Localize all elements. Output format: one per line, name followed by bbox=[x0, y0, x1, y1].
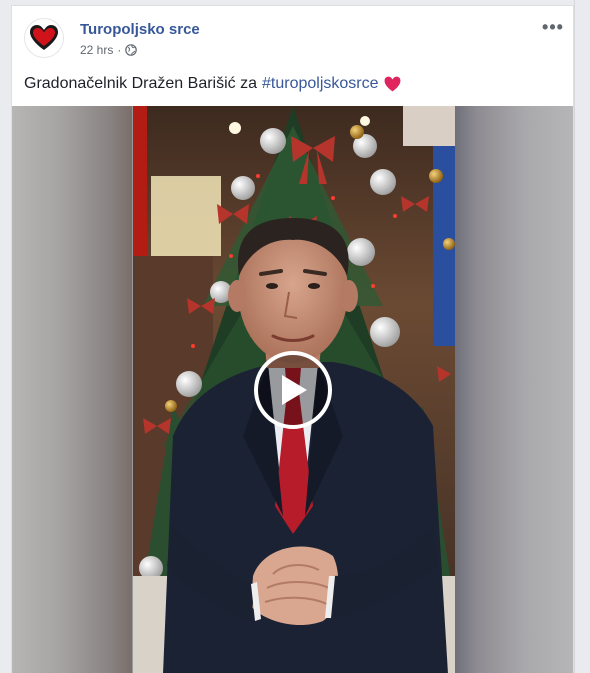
heart-logo-icon bbox=[30, 25, 58, 50]
hashtag-link[interactable]: #turopoljskosrce bbox=[262, 75, 379, 93]
post-message: Gradonačelnik Dražen Barišić za #turopol… bbox=[24, 75, 401, 93]
video-player[interactable] bbox=[12, 106, 573, 673]
page-scroll-edge bbox=[574, 0, 590, 673]
post-card: Turopoljsko srce 22 hrs · ••• Gradonačel… bbox=[11, 5, 574, 673]
globe-icon[interactable] bbox=[125, 44, 138, 56]
post-timestamp[interactable]: 22 hrs bbox=[80, 43, 113, 57]
post-header: Turopoljsko srce 22 hrs · ••• bbox=[12, 6, 573, 68]
more-dots-icon[interactable]: ••• bbox=[541, 17, 565, 37]
page-name-link[interactable]: Turopoljsko srce bbox=[80, 21, 200, 38]
video-blur-right bbox=[453, 106, 573, 673]
post-message-text: Gradonačelnik Dražen Barišić za bbox=[24, 75, 257, 92]
red-heart-emoji-icon bbox=[384, 76, 400, 92]
page-avatar[interactable] bbox=[24, 18, 64, 58]
play-icon bbox=[282, 375, 307, 405]
play-button[interactable] bbox=[254, 351, 332, 429]
meta-separator: · bbox=[117, 43, 122, 57]
post-meta: 22 hrs · bbox=[80, 43, 138, 57]
video-blur-left bbox=[12, 106, 132, 673]
